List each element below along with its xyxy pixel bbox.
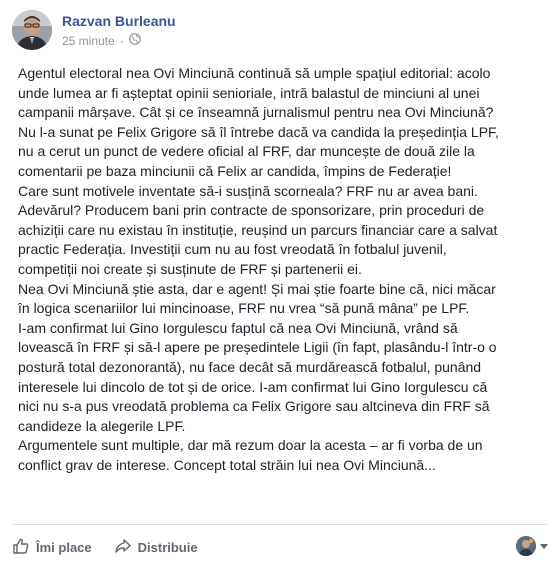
post-line: achiziții care nu existau în instituție,…: [18, 221, 498, 238]
post-line: Nea Ovi Minciună știe asta, dar e agent!…: [18, 280, 496, 297]
post-line: Nu l-a sunat pe Felix Grigore să îl într…: [18, 123, 499, 140]
post-subline: 25 minute ·: [62, 33, 176, 48]
post-line: campanii mârșave. Cât și ce înseamnă jur…: [18, 104, 494, 121]
post-meta: Razvan Burleanu 25 minute ·: [62, 10, 176, 58]
like-label: Îmi place: [36, 539, 92, 555]
post-line: Care sunt motivele inventate să-i susțin…: [18, 182, 478, 199]
post-timestamp[interactable]: 25 minute: [62, 34, 115, 48]
globe-icon[interactable]: [128, 33, 141, 48]
post-line: unde lumea ar fi așteptat opinii seniori…: [18, 84, 480, 101]
viewer-selector[interactable]: [516, 536, 548, 556]
post-line: competiții noi create și susținute de FR…: [18, 260, 362, 277]
post-line: practic Federația. Investiții cum nu au …: [18, 241, 447, 258]
share-button[interactable]: Distribuie: [114, 537, 198, 558]
post-line: conflict grav de interese. Concept total…: [18, 456, 436, 473]
post-line: Agentul electoral nea Ovi Minciună conti…: [18, 65, 491, 81]
facebook-post: Razvan Burleanu 25 minute · Agentul elec…: [0, 0, 560, 570]
share-label: Distribuie: [137, 539, 198, 555]
thumbs-up-icon: [12, 537, 36, 558]
post-line: interesele lui dincolo de tot și de oric…: [18, 378, 488, 395]
avatar-image: [12, 10, 52, 50]
like-button[interactable]: Îmi place: [12, 537, 92, 558]
post-line: în logica scenariilor lui mincinoase, FR…: [18, 300, 470, 317]
action-divider: [12, 524, 548, 525]
post-line: comentarii pe baza minciunii că Felix ar…: [18, 162, 452, 179]
post-line: postură total dezonorantă), nu face decâ…: [18, 358, 482, 375]
post-line: candideze la alegerile LPF.: [18, 417, 186, 434]
post-line: nu a cerut un punct de vedere oficial al…: [18, 143, 475, 160]
chevron-down-icon: [540, 543, 548, 549]
post-header: Razvan Burleanu 25 minute ·: [12, 10, 176, 58]
post-actions: Îmi place Distribuie: [12, 532, 548, 562]
post-line: Argumentele sunt multiple, dar mă rezum …: [18, 437, 483, 454]
viewer-avatar: [516, 536, 536, 556]
post-body: Agentul electoral nea Ovi Minciună conti…: [18, 64, 546, 475]
post-line: Adevărul? Producem bani prin contracte d…: [18, 202, 485, 219]
post-line: nici nu s-a pus vreodată problema ca Fel…: [18, 398, 490, 415]
share-arrow-icon: [114, 537, 138, 558]
post-line: lovească în FRF și să-l apere pe președi…: [18, 339, 497, 356]
post-line: I-am confirmat lui Gino Iorgulescu faptu…: [18, 319, 458, 336]
meta-separator: ·: [119, 33, 124, 48]
author-avatar[interactable]: [12, 10, 52, 50]
author-name[interactable]: Razvan Burleanu: [62, 12, 176, 30]
